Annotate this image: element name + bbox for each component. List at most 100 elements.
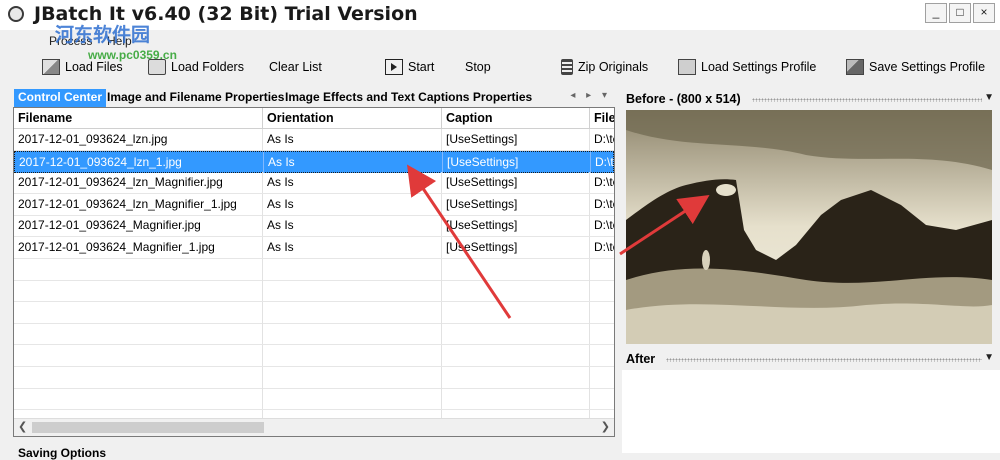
after-panel-header: After ▼ — [622, 351, 1000, 369]
table-row[interactable]: 2017-12-01_093624_Magnifier.jpg As Is [Use… — [14, 215, 614, 238]
after-label: After — [626, 352, 656, 366]
scrollbar-thumb[interactable] — [32, 422, 264, 433]
scroll-left-icon[interactable]: ❮ — [18, 420, 27, 433]
empty-table-row[interactable] — [14, 301, 614, 324]
cell-filename: 2017-12-01_093624_lzn.jpg — [14, 129, 263, 150]
cell-orientation — [263, 280, 442, 302]
watermark-url: www.pc0359.cn — [88, 48, 177, 62]
before-panel-header: Before - (800 x 514) ▼ — [622, 91, 1000, 109]
column-filename[interactable]: Filename — [14, 108, 263, 128]
table-row[interactable]: 2017-12-01_093624_lzn.jpg As Is [UseSettin… — [14, 129, 614, 151]
table-row[interactable]: 2017-12-01_093624_lzn_Magnifier.jpg As Is… — [14, 172, 614, 195]
horizontal-scrollbar[interactable]: ❮ ❯ — [14, 418, 614, 436]
tab-control-center[interactable]: Control Center — [14, 89, 106, 107]
tab-strip: Control Center Image and Filename Proper… — [12, 89, 615, 107]
start-label: Start — [408, 60, 435, 74]
cell-file — [590, 280, 614, 301]
cell-orientation: As Is — [264, 151, 443, 173]
image-icon — [42, 59, 60, 75]
table-row[interactable]: 2017-12-01_093624_Magnifier_1.jpg As Is [U… — [14, 237, 614, 259]
cell-caption: [UseSettings] — [442, 129, 590, 150]
watermark-text: 河东软件园 — [55, 24, 151, 46]
cell-file — [590, 345, 614, 366]
cell-caption — [442, 258, 590, 280]
cell-filename: 2017-12-01_093624_lzn_Magnifier_1.jpg — [14, 193, 263, 215]
empty-table-row[interactable] — [14, 388, 614, 411]
maximize-button[interactable]: □ — [949, 3, 971, 23]
cell-caption: [UseSettings] — [443, 151, 591, 173]
empty-table-row[interactable] — [14, 366, 614, 389]
empty-table-row[interactable] — [14, 323, 614, 346]
clear-list-button[interactable]: Clear List — [269, 56, 322, 78]
cell-caption — [442, 388, 590, 410]
cell-file: D:\te — [590, 237, 614, 258]
stop-button[interactable]: Stop — [465, 56, 491, 78]
stop-label: Stop — [465, 60, 491, 74]
cell-orientation — [263, 388, 442, 410]
column-file[interactable]: File — [590, 108, 614, 128]
cell-file: D:\te — [590, 215, 614, 236]
cell-caption — [442, 345, 590, 366]
zip-originals-label: Zip Originals — [578, 60, 649, 74]
tab-image-filename-properties[interactable]: Image and Filename Properties — [103, 89, 288, 107]
cell-caption: [UseSettings] — [442, 172, 590, 194]
cell-filename: 2017-12-01_093624_lzn_Magnifier.jpg — [14, 172, 263, 194]
load-settings-profile-button[interactable]: Load Settings Profile — [678, 56, 816, 78]
panel-grip — [752, 98, 982, 102]
cell-orientation — [263, 258, 442, 280]
table-row[interactable]: 2017-12-01_093624_lzn_1.jpg As Is [UseSett… — [14, 150, 614, 173]
save-icon — [846, 59, 864, 75]
file-grid[interactable]: Filename Orientation Caption File 2017-1… — [13, 107, 615, 437]
cell-filename — [14, 366, 263, 388]
tab-scroll-arrows[interactable]: ◂ ▸ ▾ — [570, 90, 611, 101]
cell-caption — [442, 280, 590, 302]
empty-table-row[interactable] — [14, 345, 614, 367]
cell-file: D:\te — [590, 129, 614, 150]
table-row[interactable]: 2017-12-01_093624_lzn_Magnifier_1.jpg As … — [14, 193, 614, 216]
minimize-button[interactable]: _ — [925, 3, 947, 23]
column-orientation[interactable]: Orientation — [263, 108, 442, 128]
saving-options-label: Saving Options — [18, 446, 107, 460]
profile-icon — [678, 59, 696, 75]
cell-filename: 2017-12-01_093624_Magnifier.jpg — [14, 215, 263, 237]
close-button[interactable]: × — [973, 3, 995, 23]
cell-file: D:\te — [590, 172, 614, 193]
grid-header: Filename Orientation Caption File — [14, 108, 614, 129]
cell-caption: [UseSettings] — [442, 237, 590, 258]
chevron-down-icon[interactable]: ▼ — [984, 352, 994, 363]
cell-filename — [14, 280, 263, 302]
cell-filename — [14, 258, 263, 280]
cell-orientation: As Is — [263, 193, 442, 215]
cell-orientation: As Is — [263, 129, 442, 150]
cell-caption — [442, 323, 590, 345]
load-files-label: Load Files — [65, 60, 123, 74]
cell-orientation — [263, 301, 442, 323]
zip-originals-button[interactable]: Zip Originals — [561, 56, 648, 78]
cell-orientation — [263, 323, 442, 345]
panel-grip — [666, 358, 982, 362]
scroll-right-icon[interactable]: ❯ — [601, 420, 610, 433]
cell-filename: 2017-12-01_093624_lzn_1.jpg — [15, 151, 264, 173]
cell-orientation — [263, 345, 442, 366]
column-caption[interactable]: Caption — [442, 108, 590, 128]
start-button[interactable]: Start — [385, 56, 434, 78]
cell-orientation: As Is — [263, 172, 442, 194]
before-preview-image — [626, 110, 992, 344]
cell-filename — [14, 345, 263, 366]
cell-filename — [14, 323, 263, 345]
cell-filename: 2017-12-01_093624_Magnifier_1.jpg — [14, 237, 263, 258]
play-icon — [385, 59, 403, 75]
load-folders-label: Load Folders — [171, 60, 244, 74]
cell-file: D:\te — [590, 194, 614, 215]
tab-image-effects-captions[interactable]: Image Effects and Text Captions Properti… — [281, 89, 536, 107]
empty-table-row[interactable] — [14, 258, 614, 281]
zip-icon — [561, 59, 573, 75]
cell-file — [590, 259, 614, 280]
cell-caption — [442, 366, 590, 388]
empty-table-row[interactable] — [14, 280, 614, 303]
cell-caption: [UseSettings] — [442, 193, 590, 215]
cell-file — [590, 302, 614, 323]
save-settings-profile-button[interactable]: Save Settings Profile — [846, 56, 985, 78]
cell-file — [590, 388, 614, 409]
chevron-down-icon[interactable]: ▼ — [984, 92, 994, 103]
